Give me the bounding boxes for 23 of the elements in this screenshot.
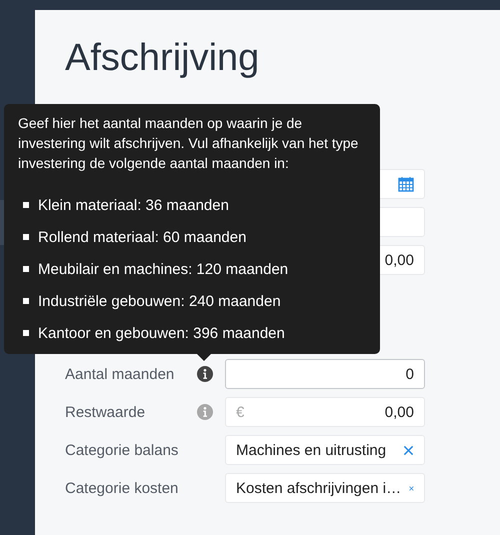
info-icon[interactable] [197, 366, 213, 382]
bullet-icon [23, 266, 29, 272]
field-label: Aantal maanden [65, 366, 174, 382]
input-field[interactable]: 0 [225, 359, 425, 389]
field-label: Categorie kosten [65, 480, 178, 496]
tooltip-list-item: Klein materiaal: 36 maanden [38, 196, 229, 214]
bullet-icon [23, 234, 29, 240]
tooltip-list-item: Rollend materiaal: 60 maanden [38, 228, 246, 246]
bullet-icon [23, 298, 29, 304]
field-label: Categorie balans [65, 442, 178, 458]
tooltip-text: Geef hier het aantal maanden op waarin je de investering wilt afschrijven. Vul afhankelijk van het type investering de volgende aantal maanden in: [18, 114, 360, 173]
bullet-icon [23, 202, 29, 208]
tooltip-list-item: Kantoor en gebouwen: 396 maanden [38, 324, 285, 342]
tooltip-list-item: Meubilair en machines: 120 maanden [38, 260, 288, 278]
calendar-icon[interactable] [398, 176, 414, 192]
input-field[interactable]: Machines en uitrusting [225, 435, 425, 465]
page-title: Afschrijving [65, 36, 260, 81]
input-field[interactable]: Kosten afschrijvingen i… [225, 473, 425, 503]
field-label: Restwaarde [65, 404, 146, 420]
tooltip-list-item: Industriële gebouwen: 240 maanden [38, 292, 281, 310]
clear-icon[interactable] [403, 444, 414, 456]
input-field[interactable]: € 0,00 [225, 397, 425, 427]
bullet-icon [23, 330, 29, 336]
